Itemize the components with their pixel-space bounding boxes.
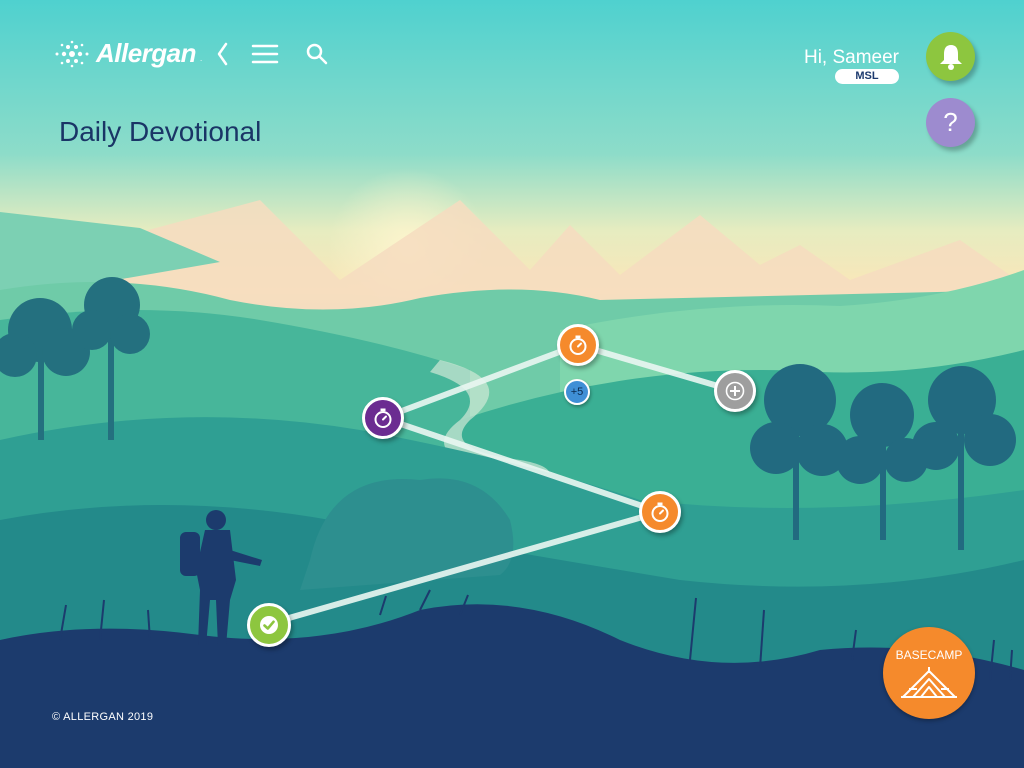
basecamp-button[interactable]: BASECAMP (883, 627, 975, 719)
stopwatch-icon (569, 335, 587, 355)
back-button[interactable] (212, 40, 232, 68)
user-role-badge: MSL (835, 69, 899, 84)
logo-trademark: . (200, 54, 203, 63)
path-segment (380, 415, 663, 515)
user-greeting: Hi, Sameer (803, 47, 899, 68)
search-button[interactable] (303, 40, 331, 68)
path-segment (575, 342, 738, 394)
path-segment (380, 342, 581, 421)
copyright-text: © ALLERGAN 2019 (52, 711, 154, 723)
tent-icon (901, 667, 957, 698)
points-badge: +5 (564, 379, 590, 405)
allergan-logo: Allergan . (52, 38, 202, 69)
path-node-timed[interactable] (362, 397, 404, 439)
plus-icon (725, 381, 745, 401)
page-title: Daily Devotional (59, 116, 262, 147)
path-node-completed[interactable] (247, 603, 291, 647)
logo-text: Allergan (96, 38, 197, 68)
basecamp-label: BASECAMP (895, 648, 963, 662)
help-button[interactable]: ? (926, 98, 975, 147)
logo-mark-icon (55, 40, 89, 67)
path-node-timed[interactable] (557, 324, 599, 366)
check-icon (260, 616, 278, 634)
stopwatch-icon (651, 502, 669, 522)
bell-icon (939, 44, 962, 70)
menu-button[interactable] (250, 40, 280, 68)
hamburger-icon (251, 44, 279, 64)
path-segment (265, 509, 663, 627)
notifications-button[interactable] (926, 32, 975, 81)
stopwatch-icon (374, 408, 392, 428)
chevron-left-icon (217, 42, 228, 66)
help-label: ? (943, 107, 958, 137)
path-node-timed[interactable] (639, 491, 681, 533)
search-icon (306, 43, 328, 65)
path-node-add[interactable] (714, 370, 756, 412)
